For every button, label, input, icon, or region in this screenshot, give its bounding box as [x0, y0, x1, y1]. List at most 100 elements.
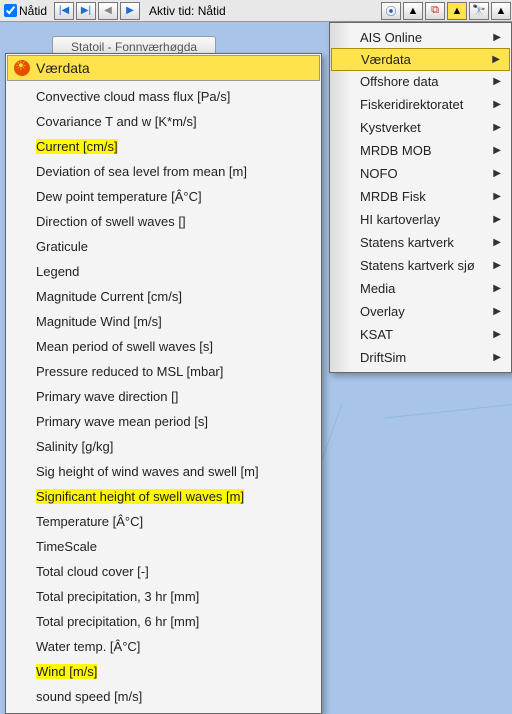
- chevron-right-icon: ▶: [492, 54, 500, 65]
- context-menu-items: AIS Online▶Værdata▶Offshore data▶Fiskeri…: [330, 23, 511, 372]
- submenu-item[interactable]: Dew point temperature [Â°C]: [32, 184, 321, 209]
- context-menu-item[interactable]: Overlay▶: [330, 300, 511, 323]
- submenu-item-label: Mean period of swell waves [s]: [36, 339, 213, 354]
- context-menu-item-label: Offshore data: [360, 74, 439, 89]
- context-menu-item[interactable]: Media▶: [330, 277, 511, 300]
- submenu-item[interactable]: Current [cm/s]: [32, 134, 321, 159]
- submenu-item[interactable]: Magnitude Current [cm/s]: [32, 284, 321, 309]
- submenu-item-label: Sig height of wind waves and swell [m]: [36, 464, 259, 479]
- submenu-item-label: Significant height of swell waves [m]: [36, 489, 244, 504]
- submenu-item[interactable]: Magnitude Wind [m/s]: [32, 309, 321, 334]
- chevron-right-icon: ▶: [493, 329, 501, 340]
- context-menu-item[interactable]: NOFO ▶: [330, 162, 511, 185]
- toolbar-icon-1[interactable]: ⦿: [381, 2, 401, 20]
- natid-checkbox[interactable]: [4, 4, 17, 17]
- submenu-item-label: Magnitude Wind [m/s]: [36, 314, 162, 329]
- context-menu-item-label: KSAT: [360, 327, 393, 342]
- context-menu-item[interactable]: Offshore data ▶: [330, 70, 511, 93]
- context-menu-item[interactable]: Statens kartverk▶: [330, 231, 511, 254]
- context-menu-item[interactable]: HI kartoverlay▶: [330, 208, 511, 231]
- submenu-item-label: Covariance T and w [K*m/s]: [36, 114, 197, 129]
- submenu-item[interactable]: Total precipitation, 3 hr [mm]: [32, 584, 321, 609]
- submenu-item-label: Pressure reduced to MSL [mbar]: [36, 364, 223, 379]
- submenu-item[interactable]: Direction of swell waves []: [32, 209, 321, 234]
- submenu-item-label: Magnitude Current [cm/s]: [36, 289, 182, 304]
- submenu-item[interactable]: Salinity [g/kg]: [32, 434, 321, 459]
- submenu-item-label: Total precipitation, 3 hr [mm]: [36, 589, 199, 604]
- submenu-item[interactable]: Total cloud cover [-]: [32, 559, 321, 584]
- submenu-item[interactable]: Water temp. [Â°C]: [32, 634, 321, 659]
- chevron-right-icon: ▶: [493, 76, 501, 87]
- nav-first-button[interactable]: |◀: [54, 2, 74, 20]
- chevron-right-icon: ▶: [493, 32, 501, 43]
- context-menu-item-label: DriftSim: [360, 350, 406, 365]
- chevron-right-icon: ▶: [493, 260, 501, 271]
- submenu-item-label: sound speed [m/s]: [36, 689, 142, 704]
- nav-prev-button[interactable]: ◀: [98, 2, 118, 20]
- submenu-item[interactable]: Significant height of swell waves [m]: [32, 484, 321, 509]
- submenu-item[interactable]: Temperature [Â°C]: [32, 509, 321, 534]
- context-menu-item[interactable]: Fiskeridirektoratet ▶: [330, 93, 511, 116]
- context-menu-item[interactable]: MRDB MOB▶: [330, 139, 511, 162]
- submenu-item[interactable]: Mean period of swell waves [s]: [32, 334, 321, 359]
- weather-icon: [14, 60, 30, 76]
- submenu-item-label: Current [cm/s]: [36, 139, 118, 154]
- context-menu-item[interactable]: KSAT ▶: [330, 323, 511, 346]
- submenu-header-label: Værdata: [36, 60, 90, 76]
- submenu-item-label: Primary wave mean period [s]: [36, 414, 208, 429]
- context-menu-item-label: Kystverket: [360, 120, 421, 135]
- chevron-right-icon: ▶: [493, 214, 501, 225]
- chevron-right-icon: ▶: [493, 168, 501, 179]
- context-menu-item[interactable]: AIS Online ▶: [330, 26, 511, 49]
- toolbar-icon-6[interactable]: ▲: [491, 2, 511, 20]
- submenu-item[interactable]: Legend: [32, 259, 321, 284]
- chevron-right-icon: ▶: [493, 237, 501, 248]
- submenu-item-label: TimeScale: [36, 539, 97, 554]
- chevron-right-icon: ▶: [493, 122, 501, 133]
- submenu-items: Convective cloud mass flux [Pa/s] Covaria…: [6, 82, 321, 711]
- binoculars-icon[interactable]: 🔭: [469, 2, 489, 20]
- context-menu-item-label: NOFO: [360, 166, 398, 181]
- context-menu: AIS Online▶Værdata▶Offshore data▶Fiskeri…: [329, 22, 512, 373]
- submenu-item[interactable]: Deviation of sea level from mean [m]: [32, 159, 321, 184]
- toolbar-icon-3[interactable]: ⧉: [425, 2, 445, 20]
- context-menu-item[interactable]: Værdata ▶: [331, 48, 510, 71]
- submenu-item-label: Direction of swell waves []: [36, 214, 186, 229]
- submenu-header[interactable]: Værdata: [7, 55, 320, 81]
- chevron-right-icon: ▶: [493, 99, 501, 110]
- nav-next-button[interactable]: ▶: [120, 2, 140, 20]
- context-menu-item-label: Overlay: [360, 304, 405, 319]
- chevron-right-icon: ▶: [493, 191, 501, 202]
- context-menu-item-label: MRDB MOB: [360, 143, 432, 158]
- submenu-item-label: Legend: [36, 264, 79, 279]
- context-menu-item-label: Fiskeridirektoratet: [360, 97, 463, 112]
- submenu-item[interactable]: Pressure reduced to MSL [mbar]: [32, 359, 321, 384]
- context-menu-item-label: MRDB Fisk: [360, 189, 426, 204]
- submenu-item[interactable]: Sig height of wind waves and swell [m]: [32, 459, 321, 484]
- context-menu-item[interactable]: Kystverket ▶: [330, 116, 511, 139]
- context-menu-item-label: AIS Online: [360, 30, 422, 45]
- context-menu-item[interactable]: Statens kartverk sjø▶: [330, 254, 511, 277]
- submenu-item-label: Wind [m/s]: [36, 664, 97, 679]
- submenu-item[interactable]: Graticule: [32, 234, 321, 259]
- submenu-item[interactable]: TimeScale: [32, 534, 321, 559]
- nav-last-button[interactable]: ▶|: [76, 2, 96, 20]
- submenu-item[interactable]: Convective cloud mass flux [Pa/s]: [32, 84, 321, 109]
- submenu-item[interactable]: Covariance T and w [K*m/s]: [32, 109, 321, 134]
- submenu-item[interactable]: Primary wave mean period [s]: [32, 409, 321, 434]
- toolbar-icon-4[interactable]: ▲: [447, 2, 467, 20]
- context-menu-item[interactable]: DriftSim▶: [330, 346, 511, 369]
- submenu-item[interactable]: Primary wave direction []: [32, 384, 321, 409]
- submenu-vaerdata: Værdata Convective cloud mass flux [Pa/s…: [5, 53, 322, 714]
- submenu-item-label: Total cloud cover [-]: [36, 564, 149, 579]
- submenu-item[interactable]: Wind [m/s]: [32, 659, 321, 684]
- submenu-item[interactable]: sound speed [m/s]: [32, 684, 321, 709]
- toolbar-icon-2[interactable]: ▲: [403, 2, 423, 20]
- context-menu-item[interactable]: MRDB Fisk ▶: [330, 185, 511, 208]
- context-menu-item-label: Værdata: [361, 52, 411, 67]
- submenu-item-label: Primary wave direction []: [36, 389, 178, 404]
- submenu-item-label: Temperature [Â°C]: [36, 514, 143, 529]
- submenu-item-label: Total precipitation, 6 hr [mm]: [36, 614, 199, 629]
- submenu-item-label: Deviation of sea level from mean [m]: [36, 164, 247, 179]
- submenu-item[interactable]: Total precipitation, 6 hr [mm]: [32, 609, 321, 634]
